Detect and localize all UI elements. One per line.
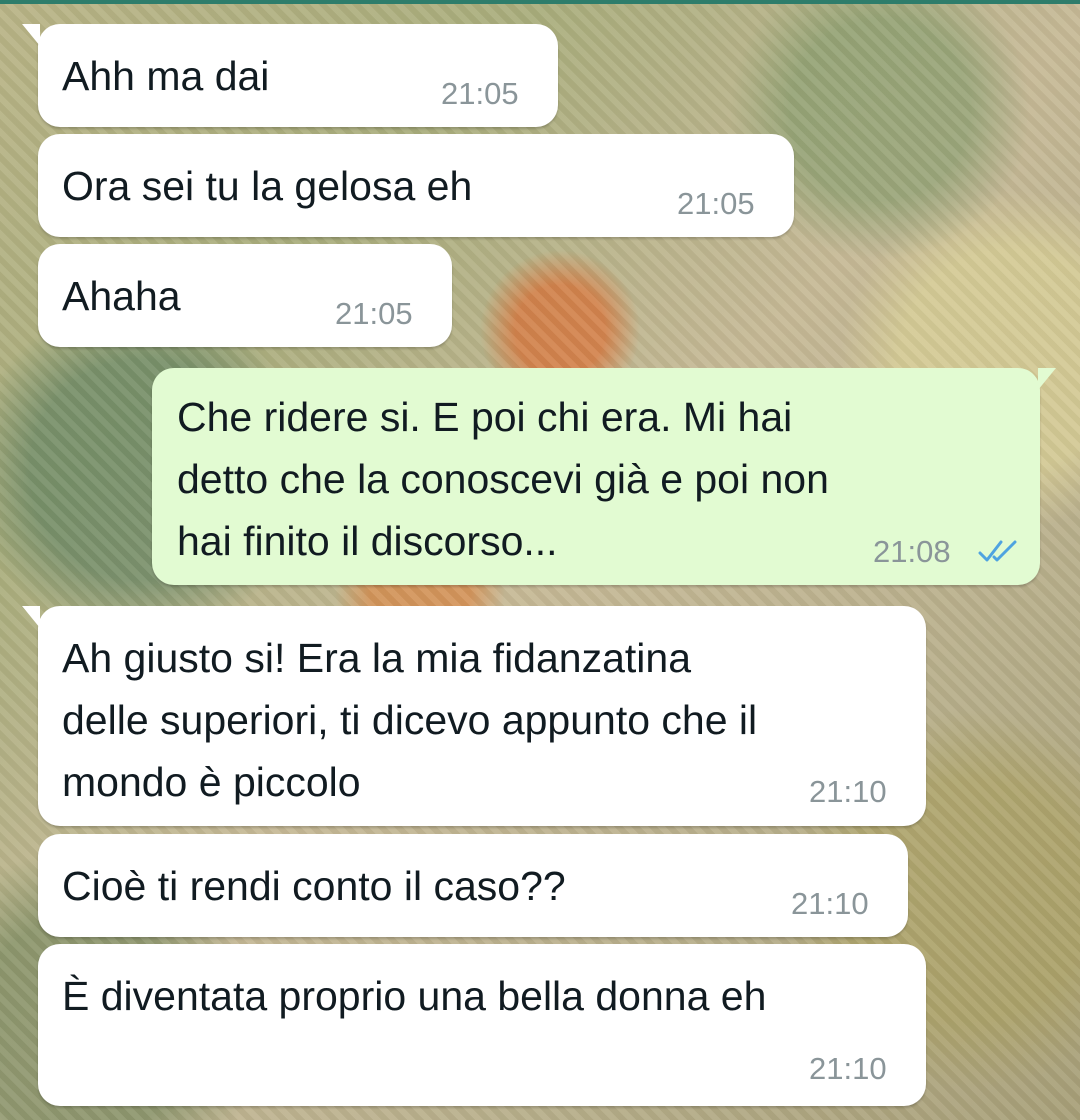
message-bubble-incoming[interactable]: Ora sei tu la gelosa eh 21:05 — [38, 134, 794, 237]
message-time: 21:10 — [791, 886, 869, 921]
message-text: Cioè ti rendi conto il caso?? — [62, 863, 566, 909]
message-time: 21:08 — [873, 534, 951, 569]
message-time: 21:05 — [677, 186, 755, 221]
message-text: Ahh ma dai — [62, 53, 270, 99]
bubble-tail — [22, 24, 40, 46]
bubble-tail — [22, 606, 40, 628]
message-bubble-incoming[interactable]: Cioè ti rendi conto il caso?? 21:10 — [38, 834, 908, 937]
message-time: 21:05 — [335, 296, 413, 331]
message-text: Ora sei tu la gelosa eh — [62, 163, 473, 209]
message-bubble-incoming[interactable]: Ahh ma dai 21:05 — [22, 24, 558, 127]
message-time: 21:05 — [441, 76, 519, 111]
message-bubble-incoming[interactable]: Ahaha 21:05 — [38, 244, 452, 347]
message-time: 21:10 — [809, 1051, 887, 1086]
message-text: Che ridere si. E poi chi era. Mi hai det… — [177, 394, 829, 564]
message-bubble-outgoing[interactable]: Che ridere si. E poi chi era. Mi hai det… — [152, 368, 1056, 585]
message-bubble-incoming[interactable]: Ah giusto si! Era la mia fidanzatina del… — [22, 606, 926, 826]
top-edge-bar — [0, 0, 1080, 4]
message-text: Ah giusto si! Era la mia fidanzatina del… — [62, 635, 758, 805]
message-bubble-incoming[interactable]: È diventata proprio una bella donna eh 2… — [38, 944, 926, 1106]
bubble-tail — [1038, 368, 1056, 390]
message-text: È diventata proprio una bella donna eh — [62, 973, 767, 1019]
double-check-read-icon — [978, 540, 1017, 562]
message-time: 21:10 — [809, 774, 887, 809]
message-text: Ahaha — [62, 273, 181, 319]
